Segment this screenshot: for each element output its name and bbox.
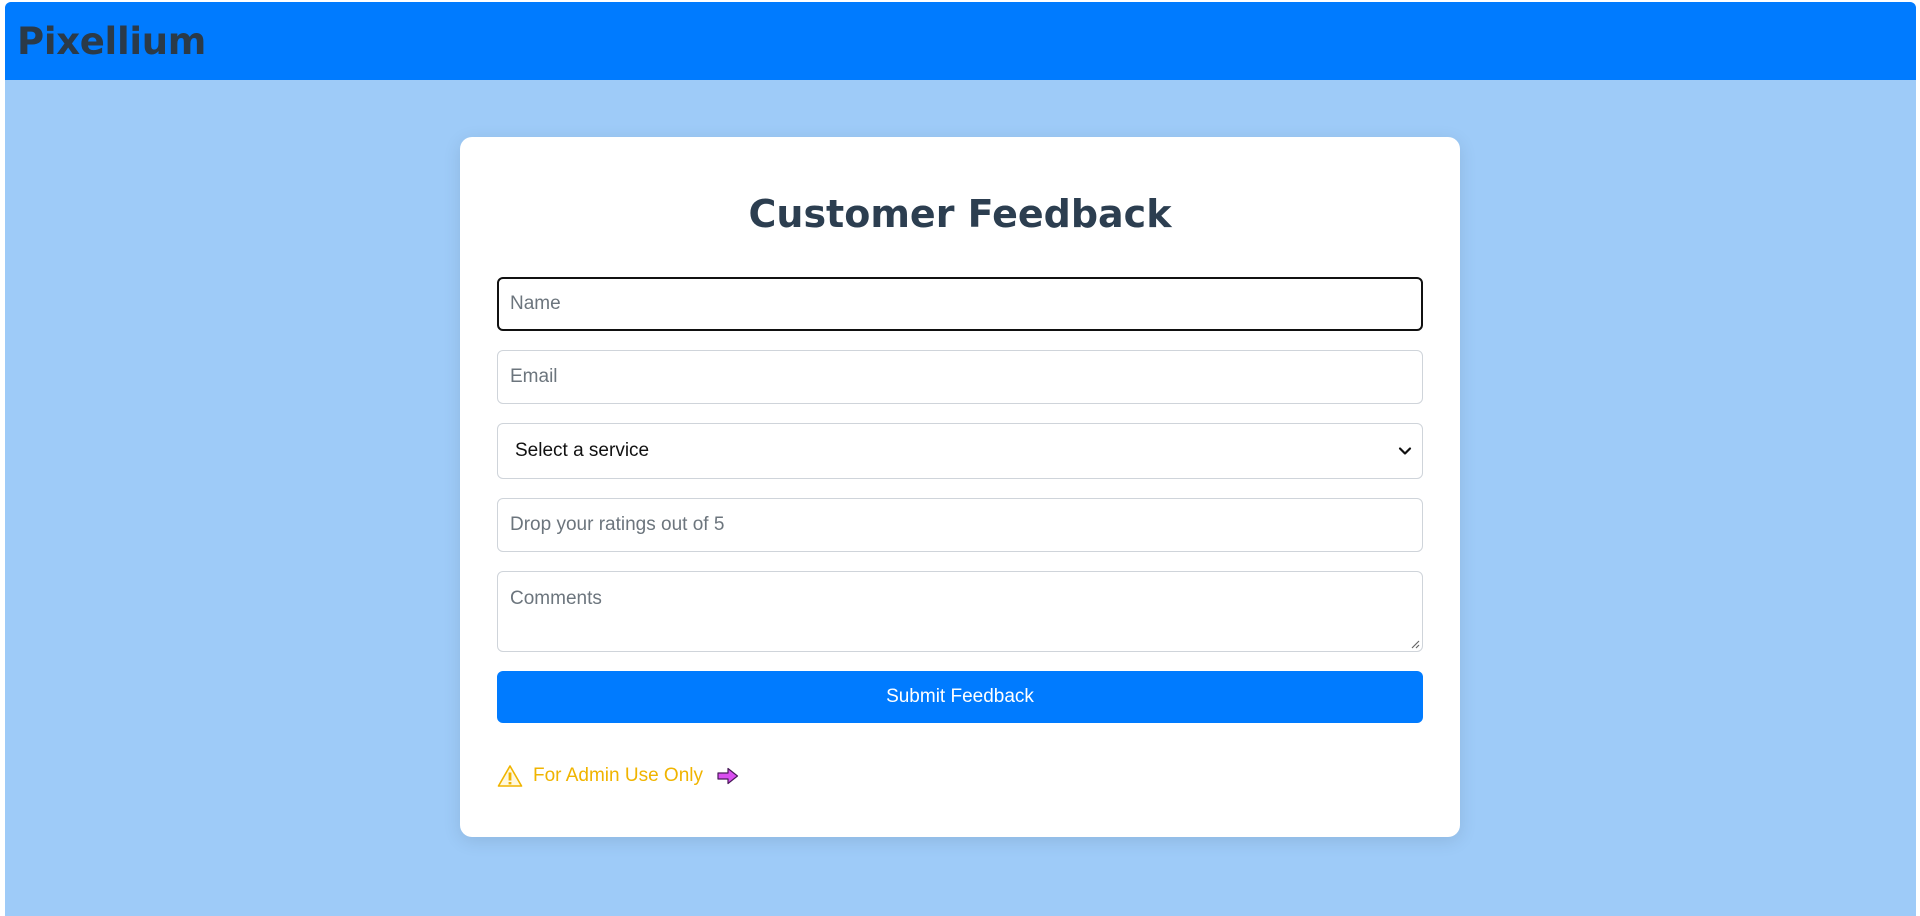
admin-link-label: For Admin Use Only <box>533 765 703 786</box>
arrow-right-icon <box>717 767 739 785</box>
submit-feedback-button[interactable]: Submit Feedback <box>497 671 1423 723</box>
chevron-down-icon <box>1398 447 1412 455</box>
comments-field[interactable] <box>497 571 1423 652</box>
app-window: Pixellium Customer Feedback Select a ser… <box>5 2 1916 916</box>
rating-input[interactable] <box>497 498 1423 552</box>
warning-icon <box>497 765 523 787</box>
top-navbar: Pixellium <box>5 2 1916 80</box>
email-input[interactable] <box>497 350 1423 404</box>
admin-link[interactable]: For Admin Use Only <box>497 761 1423 791</box>
comments-textarea[interactable] <box>498 572 1422 651</box>
service-select[interactable]: Select a service <box>497 423 1423 479</box>
brand-logo-text[interactable]: Pixellium <box>17 20 206 63</box>
feedback-card: Customer Feedback Select a service Submi… <box>460 137 1460 837</box>
service-select-value: Select a service <box>497 423 1423 479</box>
name-input[interactable] <box>497 277 1423 331</box>
resize-grip-icon[interactable] <box>1410 639 1420 649</box>
page-title: Customer Feedback <box>748 192 1172 236</box>
